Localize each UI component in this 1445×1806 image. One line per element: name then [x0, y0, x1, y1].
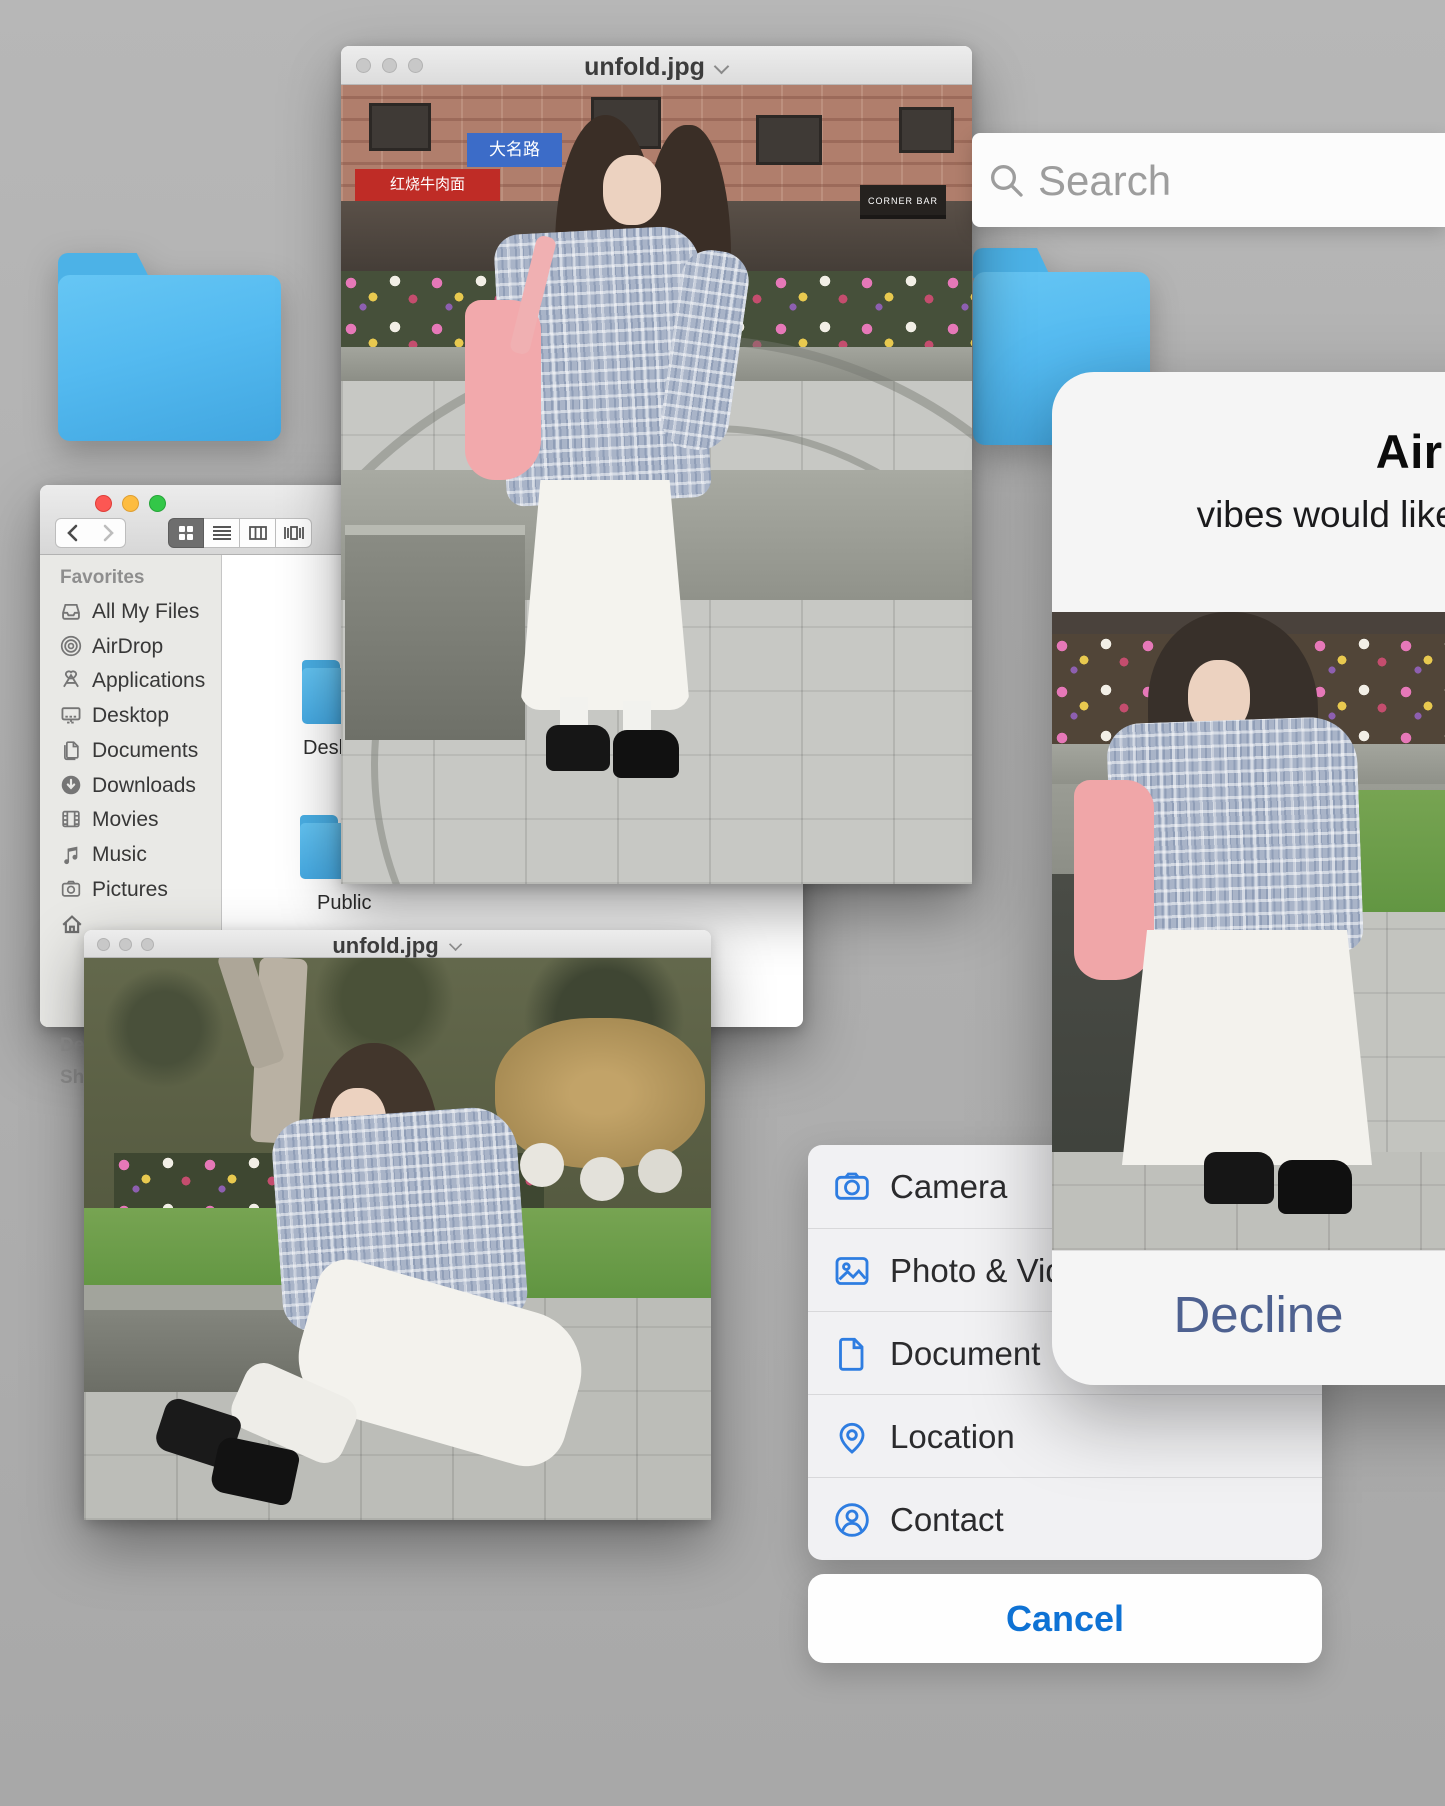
- camera-icon: [832, 1167, 872, 1207]
- sidebar-item-music[interactable]: Music: [40, 840, 222, 872]
- list-view-button[interactable]: [204, 518, 240, 548]
- zoom-button[interactable]: [149, 495, 166, 512]
- street-sign: 大名路: [467, 133, 562, 167]
- home-icon: [60, 912, 84, 936]
- location-icon: [832, 1417, 872, 1457]
- menu-item-label: Camera: [890, 1168, 1008, 1205]
- photo-girl-standing: 大名路 红烧牛肉面 CORNER BAR: [341, 85, 972, 884]
- search-icon: [991, 165, 1023, 197]
- preview-window-bottom: unfold.jpg: [84, 930, 711, 1520]
- chevron-down-icon[interactable]: [450, 938, 462, 950]
- sidebar-item-label: Applications: [92, 669, 206, 693]
- menu-item-label: Location: [890, 1418, 1015, 1455]
- sidebar-item-label: Desktop: [92, 704, 170, 728]
- sidebar-item-movies[interactable]: Movies: [40, 805, 222, 837]
- photo-video-icon: [832, 1251, 872, 1291]
- music-icon: [60, 843, 84, 867]
- preview-titlebar[interactable]: unfold.jpg: [341, 46, 972, 85]
- coverflow-view-button[interactable]: [276, 518, 312, 548]
- movies-icon: [60, 808, 84, 832]
- cancel-button[interactable]: Cancel: [808, 1574, 1322, 1663]
- sidebar-item-all-my-files[interactable]: All My Files: [40, 597, 222, 629]
- sidebar-item-label: AirDrop: [92, 634, 164, 658]
- airdrop-dialog-title: AirDrop: [1375, 425, 1445, 478]
- sidebar-item-downloads[interactable]: Downloads: [40, 771, 222, 803]
- minimize-button[interactable]: [122, 495, 139, 512]
- sidebar-item-pictures[interactable]: Pictures: [40, 875, 222, 907]
- sidebar-item-label: Music: [92, 842, 147, 866]
- sidebar-item-label: Downloads: [92, 773, 196, 797]
- airdrop-dialog-subtitle: vibes would like to share a photo: [1196, 494, 1445, 535]
- applications-icon: [60, 669, 84, 693]
- chevron-down-icon[interactable]: [715, 59, 729, 73]
- back-button[interactable]: [55, 518, 91, 548]
- window-title-text: unfold.jpg: [332, 933, 439, 958]
- desktop-collage: Favorites All My Files AirDrop Application…: [0, 0, 1445, 1806]
- menu-item-location[interactable]: Location: [808, 1394, 1322, 1477]
- sidebar-item-documents[interactable]: Documents: [40, 736, 222, 768]
- preview-window-top: unfold.jpg 大名路 红烧牛肉面 CORNER BAR: [341, 46, 972, 884]
- photo-girl-sitting: [84, 958, 711, 1520]
- column-view-button[interactable]: [240, 518, 276, 548]
- preview-titlebar[interactable]: unfold.jpg: [84, 930, 711, 958]
- downloads-icon: [60, 774, 84, 798]
- airdrop-dialog: AirDrop vibes would like to share a phot…: [1052, 372, 1445, 1385]
- sidebar-item-airdrop[interactable]: AirDrop: [40, 632, 222, 664]
- desktop-folder-icon[interactable]: [58, 253, 281, 441]
- sidebar-item-label: Pictures: [92, 877, 168, 901]
- pictures-icon: [60, 878, 84, 902]
- document-icon: [832, 1334, 872, 1374]
- menu-item-contact[interactable]: Contact: [808, 1477, 1322, 1560]
- menu-item-label: Contact: [890, 1501, 1004, 1538]
- sidebar-item-applications[interactable]: Applications: [40, 666, 222, 698]
- close-button[interactable]: [95, 495, 112, 512]
- corner-bar-sign: CORNER BAR: [860, 185, 946, 219]
- contact-icon: [832, 1500, 872, 1540]
- sidebar-item-label: Documents: [92, 738, 199, 762]
- airdrop-icon: [60, 635, 84, 659]
- folder-body: [58, 275, 281, 441]
- all-my-files-icon: [60, 600, 84, 624]
- forward-button[interactable]: [90, 518, 126, 548]
- window-title: unfold.jpg: [341, 53, 972, 82]
- menu-item-label: Document: [890, 1335, 1041, 1372]
- favorites-header: Favorites: [60, 567, 145, 588]
- documents-icon: [60, 739, 84, 763]
- decline-button[interactable]: Decline: [1052, 1250, 1445, 1385]
- icon-view-button[interactable]: [168, 518, 204, 548]
- red-shop-sign: 红烧牛肉面: [355, 169, 500, 201]
- folder-label-public: Public: [317, 892, 372, 914]
- desktop-icon: [60, 704, 84, 728]
- search-placeholder: Search: [1038, 157, 1172, 204]
- sidebar-item-label: All My Files: [92, 600, 200, 623]
- window-title: unfold.jpg: [84, 933, 711, 959]
- window-title-text: unfold.jpg: [584, 53, 705, 81]
- search-input[interactable]: Search: [972, 133, 1445, 227]
- photo-girl-arms-crossed: [1052, 612, 1445, 1250]
- sidebar-item-desktop[interactable]: Desktop: [40, 701, 222, 733]
- sidebar-item-label: Movies: [92, 808, 159, 832]
